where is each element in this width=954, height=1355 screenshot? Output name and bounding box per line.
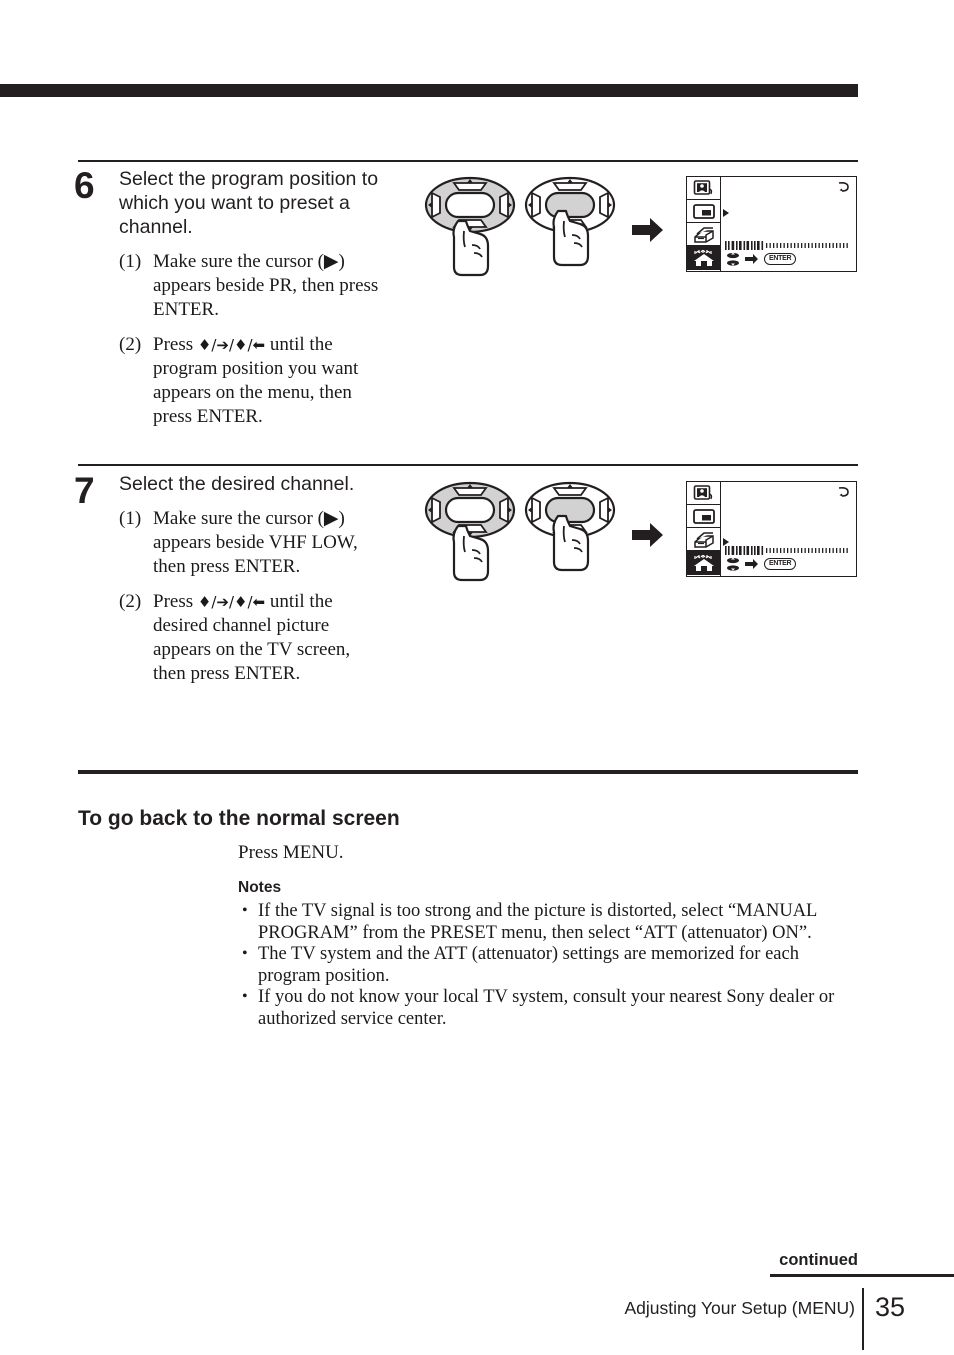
step-6-illustration	[424, 175, 674, 285]
jog-dial-direction-illustration	[424, 176, 516, 277]
picture-icon	[687, 177, 721, 200]
return-arrow-icon	[838, 182, 849, 192]
step-6-substep-1: (1) Make sure the cursor (▶) appears bes…	[119, 250, 387, 322]
footer-divider	[862, 1288, 864, 1350]
hint-arrow-right-icon	[745, 559, 758, 569]
step-7-substep-1-text: Make sure the cursor (▶) appears beside …	[153, 508, 358, 577]
jog-dial-enter-illustration	[524, 481, 616, 572]
setup-stack-icon	[687, 223, 721, 246]
tv-menu-screen-step-7: ENTER	[686, 481, 857, 577]
step-6-substep-1-text: Make sure the cursor (▶) appears beside …	[153, 251, 379, 320]
step-6-title: Select the program position to which you…	[119, 168, 379, 238]
step-7-substep-2-marker: (2)	[119, 591, 142, 612]
page-header-bar	[0, 84, 858, 97]
joystick-updown-icon	[727, 557, 739, 571]
direction-arrows-icon: ♦/➔/♦/⬅	[197, 336, 266, 354]
press-menu-instruction: Press MENU.	[238, 842, 344, 863]
step-7-substep-1-marker: (1)	[119, 508, 142, 529]
step-6-substep-2: (2) Press ♦/➔/♦/⬅ until the program posi…	[119, 333, 387, 429]
step-7-top-divider	[78, 464, 858, 466]
page-number: 35	[875, 1292, 906, 1322]
tv-menu-hint-row: ENTER	[725, 556, 853, 572]
note-text: If the TV signal is too strong and the p…	[258, 901, 817, 943]
pip-screen-icon	[687, 505, 721, 528]
bullet-icon: •	[242, 988, 248, 1005]
flow-arrow-right-icon	[632, 523, 663, 547]
step-6-substep-2-marker: (2)	[119, 334, 142, 355]
step-number-7: 7	[74, 470, 95, 511]
notes-heading: Notes	[238, 879, 282, 896]
step-6-substep-1-marker: (1)	[119, 251, 142, 272]
tv-menu-hint-row: ENTER	[725, 251, 853, 267]
note-text: The TV system and the ATT (attenuator) s…	[258, 944, 799, 986]
note-item: • If you do not know your local TV system…	[238, 987, 858, 1030]
tv-menu-sidebar	[687, 177, 721, 271]
step-number-6: 6	[74, 165, 95, 206]
signal-strength-bar-icon	[725, 546, 848, 555]
flow-arrow-right-icon	[632, 218, 663, 242]
tv-menu-sidebar	[687, 482, 721, 576]
footer-section-title: Adjusting Your Setup (MENU)	[624, 1298, 855, 1318]
hint-arrow-right-icon	[745, 254, 758, 264]
preset-house-icon	[687, 246, 721, 270]
note-item: • The TV system and the ATT (attenuator) …	[238, 944, 858, 987]
tv-menu-bottom-bar: ENTER	[725, 546, 853, 572]
step-6-body: Select the program position to which you…	[119, 167, 387, 440]
step-6-top-divider	[78, 160, 858, 162]
picture-icon	[687, 482, 721, 505]
tv-menu-bottom-bar: ENTER	[725, 241, 853, 267]
step-7-title: Select the desired channel.	[119, 473, 355, 495]
continued-label: continued	[779, 1251, 858, 1269]
step-7-substep-1: (1) Make sure the cursor (▶) appears bes…	[119, 507, 387, 579]
return-arrow-icon	[838, 487, 849, 497]
bullet-icon: •	[242, 902, 248, 919]
enter-button-label: ENTER	[764, 558, 797, 570]
preset-house-icon	[687, 551, 721, 575]
tv-menu-cursor-arrow	[723, 538, 729, 546]
enter-button-label: ENTER	[764, 253, 797, 265]
note-item: • If the TV signal is too strong and the …	[238, 901, 858, 944]
step-6-substep-2-pre: Press	[153, 334, 198, 355]
joystick-updown-icon	[727, 252, 739, 266]
notes-list: • If the TV signal is too strong and the …	[238, 901, 858, 1030]
tv-menu-cursor-arrow	[723, 209, 729, 217]
normal-screen-heading: To go back to the normal screen	[78, 807, 400, 830]
bullet-icon: •	[242, 945, 248, 962]
step-7-illustration	[424, 480, 674, 590]
step-7-substep-2: (2) Press ♦/➔/♦/⬅ until the desired chan…	[119, 590, 387, 686]
step-7-body: Select the desired channel. (1) Make sur…	[119, 472, 387, 697]
steps-bottom-divider	[78, 770, 858, 774]
pip-screen-icon	[687, 200, 721, 223]
note-text: If you do not know your local TV system,…	[258, 987, 835, 1029]
setup-stack-icon	[687, 528, 721, 551]
jog-dial-direction-illustration	[424, 481, 516, 582]
tv-menu-screen-step-6: ENTER	[686, 176, 857, 272]
signal-strength-bar-icon	[725, 241, 848, 250]
step-7-substep-2-pre: Press	[153, 591, 198, 612]
direction-arrows-icon: ♦/➔/♦/⬅	[197, 593, 266, 611]
continued-underline	[770, 1274, 954, 1277]
jog-dial-enter-illustration	[524, 176, 616, 267]
